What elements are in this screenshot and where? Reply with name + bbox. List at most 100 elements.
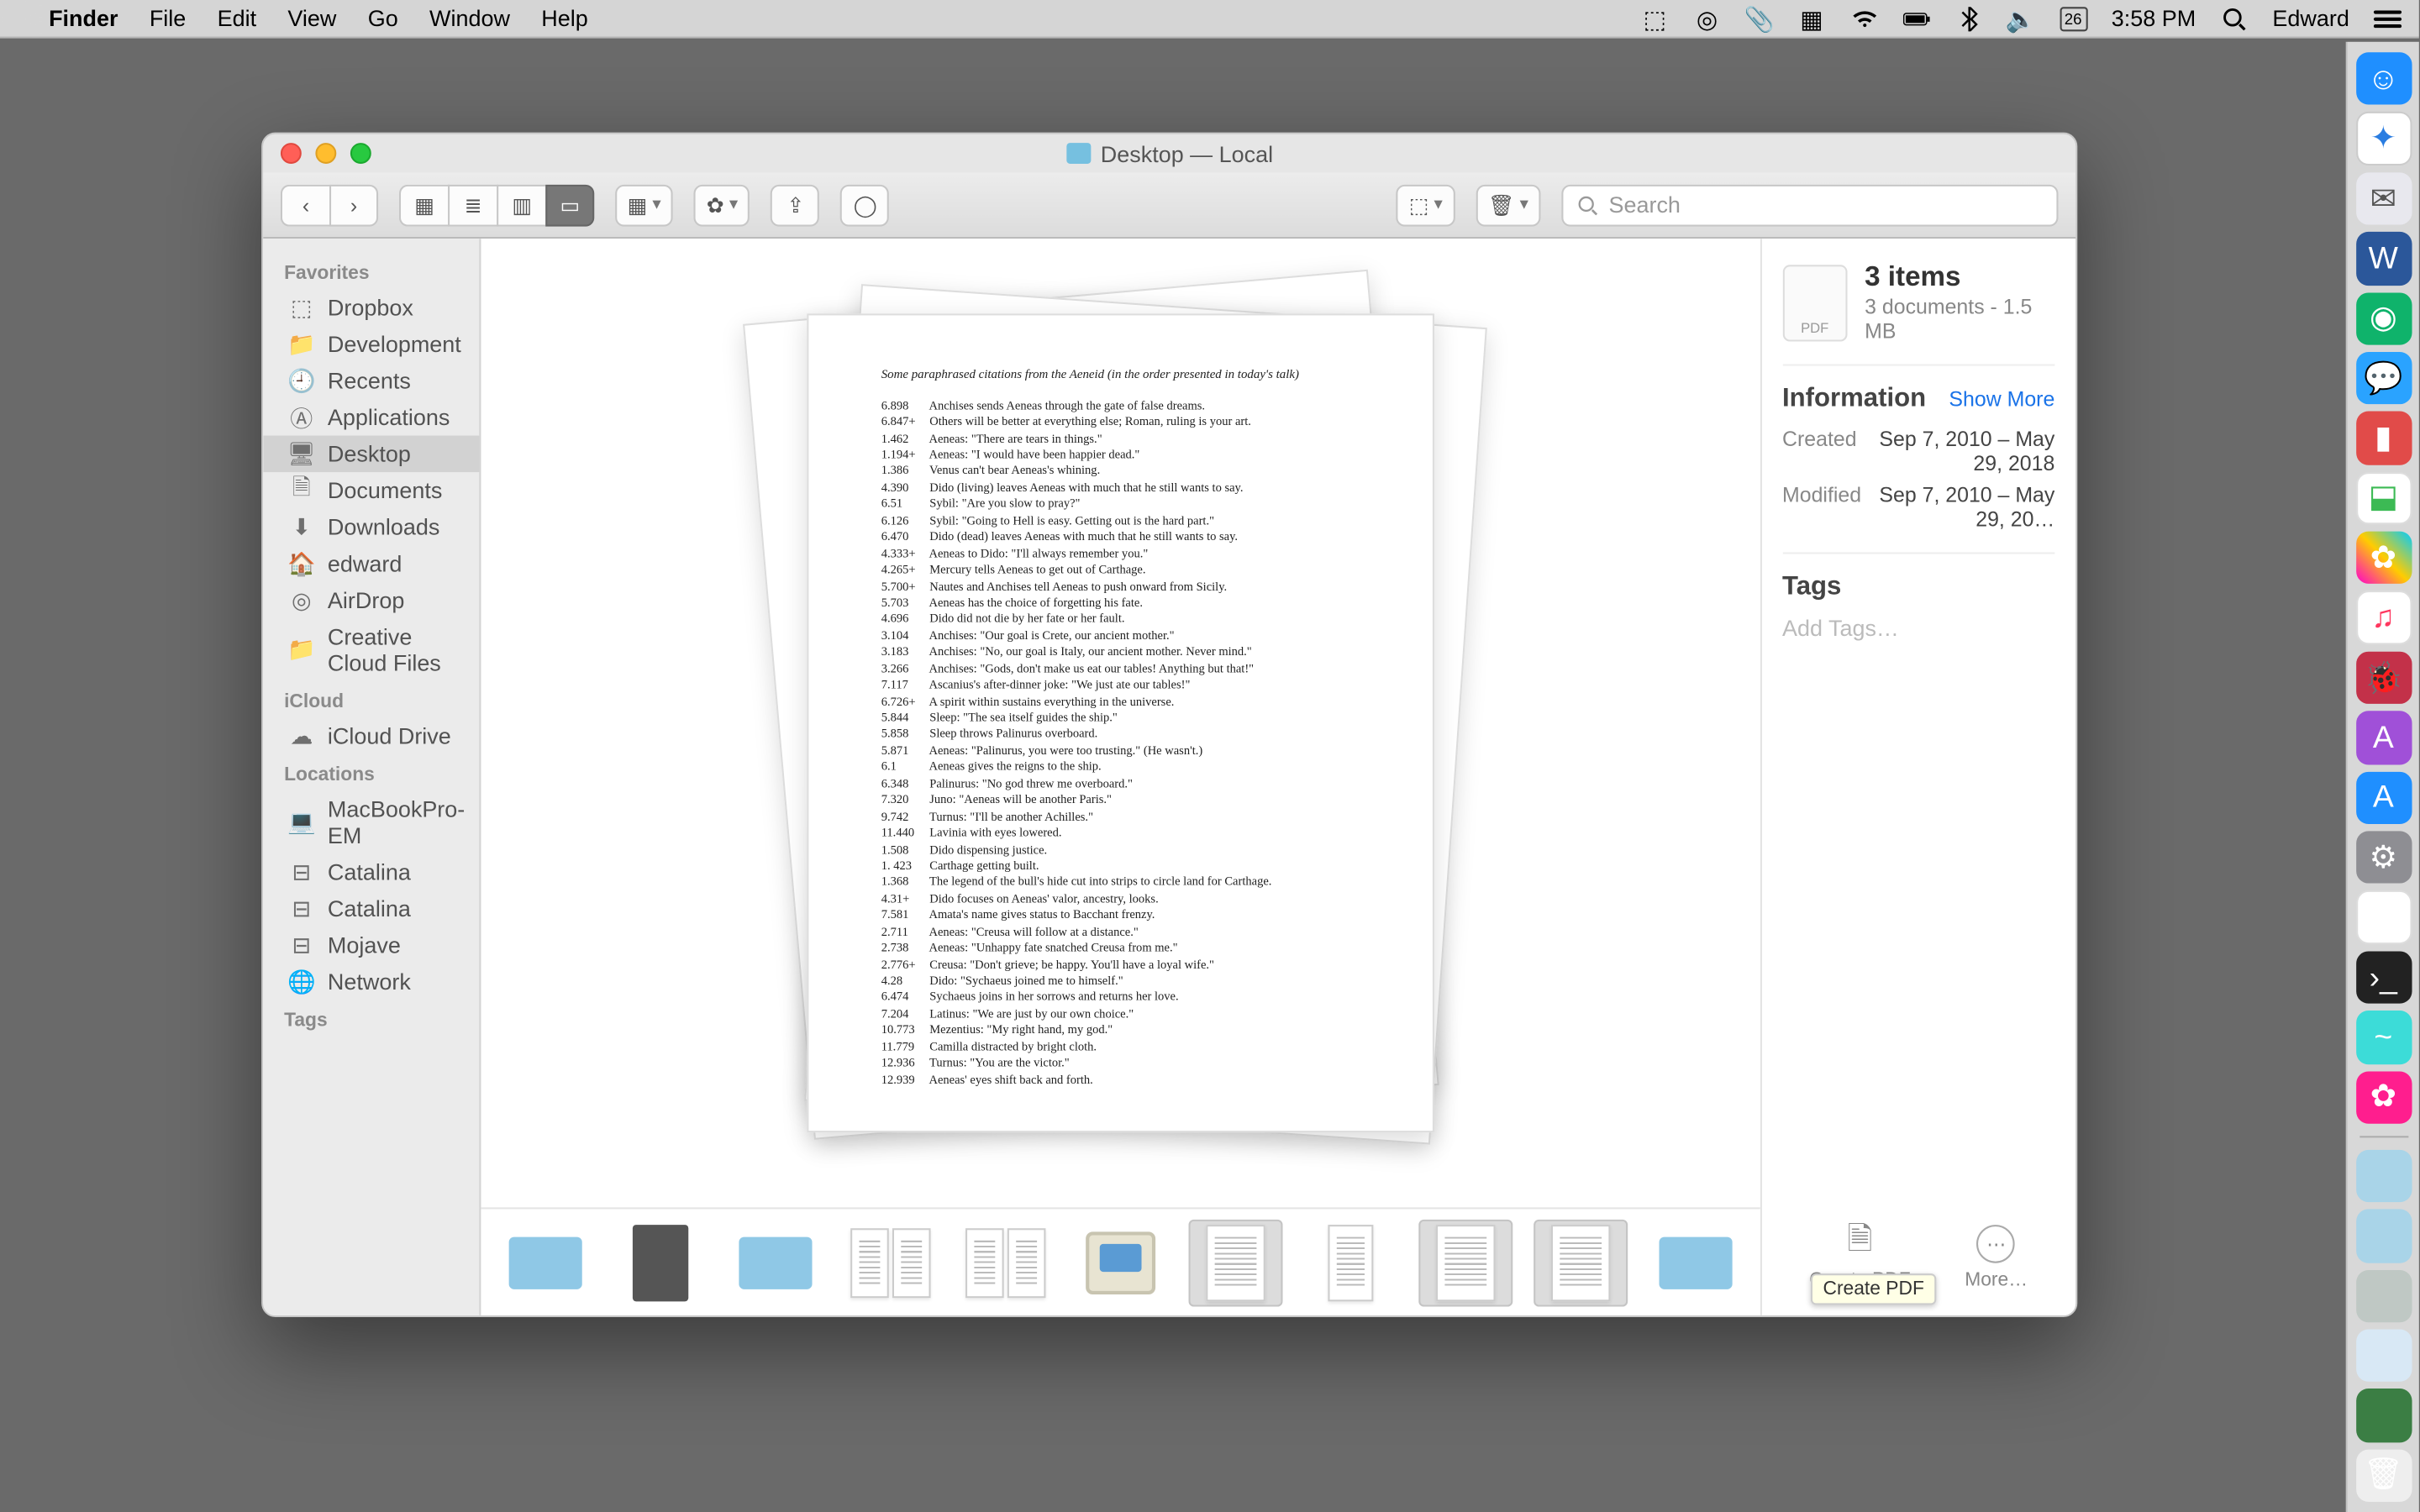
view-list[interactable]: ≣ [448, 184, 497, 226]
titlebar: Desktop — Local [263, 134, 2075, 173]
thumb-selected[interactable] [1188, 1219, 1282, 1306]
sidebar-item-development[interactable]: 📁Development [263, 326, 478, 363]
view-icons[interactable]: ▦ [399, 184, 448, 226]
thumb-selected[interactable] [1533, 1219, 1627, 1306]
dock-folder1[interactable] [2355, 1150, 2411, 1203]
sidebar-item-network[interactable]: 🌐 Network [263, 963, 478, 1000]
thumb-selected[interactable] [1418, 1219, 1512, 1306]
thumb-mac[interactable] [1073, 1219, 1167, 1306]
menu-edit[interactable]: Edit [218, 5, 256, 31]
notification-center-icon[interactable] [2374, 6, 2402, 30]
action-button[interactable]: ✿▾ [694, 184, 750, 226]
thumb-folder[interactable] [1648, 1219, 1742, 1306]
thumb-folder[interactable] [497, 1219, 592, 1306]
calendar-status[interactable]: 26 [2060, 6, 2087, 30]
sidebar-item-catalina[interactable]: ⊟Catalina [263, 890, 478, 927]
battery-icon[interactable] [1902, 6, 1930, 30]
sidebar-item-catalina[interactable]: ⊟Catalina [263, 853, 478, 890]
dock-chrome[interactable]: ◯ [2355, 891, 2411, 944]
dock-trash[interactable]: 🗑 [2355, 1449, 2411, 1502]
dock-red-app[interactable]: ▮ [2355, 412, 2411, 465]
sidebar-item-edward[interactable]: 🏠edward [263, 545, 478, 582]
group-button[interactable]: ▦▾ [615, 184, 673, 226]
dock-app3[interactable]: ~ [2355, 1011, 2411, 1063]
thumb-doc[interactable] [958, 1219, 1052, 1306]
creative-cloud-icon[interactable]: ◎ [1693, 6, 1721, 30]
dock-messages[interactable]: 💬 [2355, 352, 2411, 405]
search-input[interactable]: Search [1562, 184, 2059, 226]
dock-folder3[interactable] [2355, 1269, 2411, 1322]
dock-mail[interactable]: ✉ [2355, 172, 2411, 225]
window-zoom[interactable] [350, 143, 371, 164]
user-menu[interactable]: Edward [2272, 5, 2349, 31]
dock-safari[interactable]: ✦ [2355, 112, 2411, 165]
thumb-doc[interactable] [843, 1219, 937, 1306]
dropbox-status-icon[interactable]: ⬚ [1641, 6, 1669, 30]
clock[interactable]: 3:58 PM [2112, 5, 2196, 31]
forward-button[interactable]: › [329, 184, 378, 226]
sidebar-item-airdrop[interactable]: ◎AirDrop [263, 582, 478, 619]
volume-icon[interactable]: 🔈 [2007, 6, 2034, 30]
dock-photos[interactable]: ✿ [2355, 532, 2411, 585]
menu-go[interactable]: Go [368, 5, 398, 31]
sidebar-item-downloads[interactable]: ⬇Downloads [263, 509, 478, 546]
preview-line: 10.773 Mezentius: "My right hand, my god… [881, 1023, 1359, 1040]
trash-toolbar[interactable]: 🗑▾ [1476, 184, 1540, 226]
menu-view[interactable]: View [287, 5, 336, 31]
menu-file[interactable]: File [150, 5, 186, 31]
view-columns[interactable]: ▥ [497, 184, 545, 226]
window-close[interactable] [281, 143, 302, 164]
dock-appstore[interactable]: A [2355, 771, 2411, 824]
dock-green-app[interactable]: ◉ [2355, 292, 2411, 345]
sidebar-item-label: Mojave [328, 932, 401, 958]
sidebar-item-label: iCloud Drive [328, 723, 451, 749]
sidebar-item-icloud-drive[interactable]: ☁iCloud Drive [263, 718, 478, 755]
bluetooth-icon[interactable] [1954, 6, 1982, 30]
sidebar-item-desktop[interactable]: 🖥Desktop [263, 436, 478, 473]
dock-doc1[interactable] [2355, 1329, 2411, 1382]
dock-xcode[interactable]: A [2355, 711, 2411, 764]
dock-app4[interactable]: ✿ [2355, 1071, 2411, 1124]
add-tags-field[interactable]: Add Tags… [1782, 612, 2054, 644]
back-button[interactable]: ‹ [281, 184, 329, 226]
dock-finder[interactable]: ☺ [2355, 52, 2411, 105]
grid-status-icon[interactable]: ▦ [1797, 6, 1825, 30]
sidebar-item-recents[interactable]: 🕘Recents [263, 362, 478, 399]
thumb-dark[interactable] [613, 1219, 707, 1306]
preview-line: 1.508 Dido dispensing justice. [881, 843, 1359, 859]
wifi-icon[interactable] [1850, 6, 1878, 30]
dock-maps[interactable]: ⬓ [2355, 471, 2411, 524]
clip-icon[interactable]: 📎 [1745, 6, 1773, 30]
sidebar-item-label: Network [328, 969, 411, 995]
sidebar-item-mojave[interactable]: ⊟Mojave [263, 927, 478, 963]
share-button[interactable]: ⇪ [771, 184, 820, 226]
preview-stack[interactable]: Some paraphrased citations from the Aene… [481, 239, 1760, 1207]
menu-help[interactable]: Help [541, 5, 587, 31]
more-action[interactable]: ⋯ More… [1965, 1225, 2028, 1291]
thumb-folder[interactable] [728, 1219, 822, 1306]
sidebar-item-applications[interactable]: ⒶApplications [263, 399, 478, 436]
tags-button[interactable]: ◯ [841, 184, 890, 226]
menu-window[interactable]: Window [429, 5, 510, 31]
sidebar-item-dropbox[interactable]: ⬚Dropbox [263, 289, 478, 326]
show-more-link[interactable]: Show More [1949, 386, 2054, 410]
globe-icon: 🌐 [287, 969, 315, 994]
sidebar-item-documents[interactable]: 🗎Documents [263, 472, 478, 509]
dock-folder2[interactable] [2355, 1210, 2411, 1263]
dropbox-toolbar[interactable]: ⬚▾ [1397, 184, 1455, 226]
inspector: 3 items 3 documents - 1.5 MB Information… [1760, 239, 2075, 1315]
spotlight-icon[interactable] [2220, 6, 2248, 30]
dock-music[interactable]: ♫ [2355, 591, 2411, 644]
dock-word[interactable]: W [2355, 232, 2411, 285]
sidebar-item-label: Documents [328, 477, 442, 503]
window-minimize[interactable] [315, 143, 336, 164]
sidebar-item-macbookpro-em[interactable]: 💻MacBookPro-EM [263, 791, 478, 854]
thumb-doc[interactable] [1303, 1219, 1397, 1306]
app-name[interactable]: Finder [49, 5, 118, 31]
dock-doc2[interactable] [2355, 1389, 2411, 1442]
dock-app2[interactable]: 🐞 [2355, 652, 2411, 705]
dock-settings[interactable]: ⚙ [2355, 831, 2411, 884]
sidebar-item-creative-cloud-files[interactable]: 📁Creative Cloud Files [263, 618, 478, 681]
dock-terminal[interactable]: ›_ [2355, 951, 2411, 1004]
view-gallery[interactable]: ▭ [545, 184, 594, 226]
